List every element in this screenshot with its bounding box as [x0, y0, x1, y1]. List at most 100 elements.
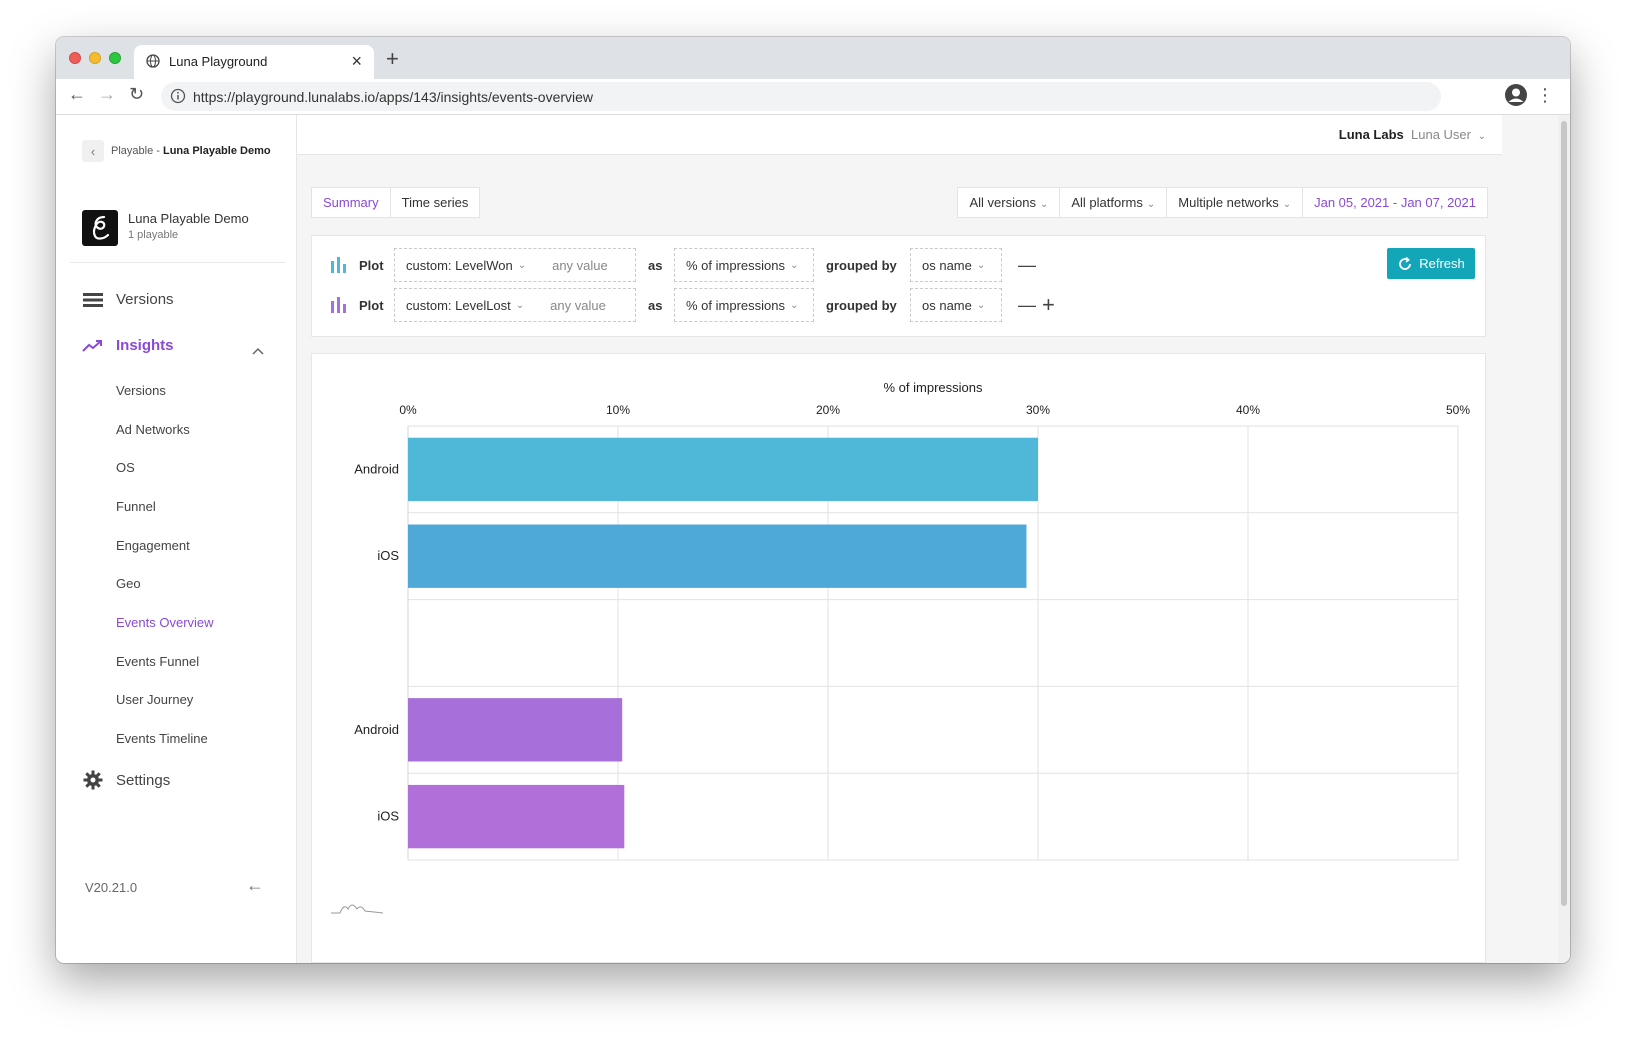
app-playable-count: 1 playable [128, 229, 179, 241]
browser-toolbar: ← → ↻ https://playground.lunalabs.io/app… [56, 79, 1570, 115]
app-name: Luna Playable Demo [128, 211, 249, 226]
chevron-down-icon: ⌄ [1146, 199, 1156, 210]
gear-icon [82, 770, 104, 790]
refresh-button[interactable]: Refresh [1387, 248, 1475, 279]
chevron-up-icon[interactable] [252, 343, 264, 358]
reload-icon[interactable]: ↻ [129, 84, 144, 105]
chevron-down-icon: ⌄ [1039, 199, 1049, 210]
plot-label: Plot [359, 257, 384, 273]
globe-icon [146, 54, 160, 73]
filter-bar: All versions ⌄ All platforms ⌄ Multiple ne… [957, 187, 1488, 218]
new-tab-button[interactable]: + [386, 46, 399, 72]
networks-filter[interactable]: Multiple networks ⌄ [1167, 188, 1304, 217]
bar-chart: % of impressions 0% 10% 20% 30% 40% 50% Android… [354, 380, 1470, 861]
address-bar[interactable]: https://playground.lunalabs.io/apps/143/… [161, 82, 1441, 111]
y-category-label: iOS [377, 548, 399, 563]
add-row-button[interactable]: + [1042, 288, 1055, 322]
back-to-playable-link[interactable]: ‹ Playable - Luna Playable Demo [82, 140, 271, 162]
sidebar-subitem-ad-networks[interactable]: Ad Networks [116, 422, 190, 437]
bar-ios [408, 784, 625, 849]
group-selector[interactable]: os name ⌄ [910, 288, 1002, 322]
sidebar-subitem-engagement[interactable]: Engagement [116, 538, 190, 553]
sidebar-subitem-events-timeline[interactable]: Events Timeline [116, 731, 208, 746]
collapse-sidebar-arrow-icon[interactable]: ← [246, 875, 264, 896]
tab-title: Luna Playground [169, 54, 268, 69]
sidebar-item-insights[interactable]: Insights [82, 337, 174, 354]
sidebar-subitem-geo[interactable]: Geo [116, 576, 141, 591]
versions-filter[interactable]: All versions ⌄ [958, 188, 1061, 217]
date-range-picker[interactable]: Jan 05, 2021 - Jan 07, 2021 [1303, 188, 1487, 217]
x-tick-label: 0% [399, 403, 417, 417]
app-logo [82, 210, 118, 246]
top-bar: Luna Labs Luna User ⌄ [297, 115, 1502, 155]
event-value: any value [550, 297, 606, 313]
sidebar-item-settings[interactable]: Settings [82, 770, 170, 790]
chevron-down-icon: ⌄ [976, 299, 986, 311]
chevron-down-icon: ⌄ [789, 299, 799, 311]
remove-row-button[interactable]: — [1018, 288, 1036, 322]
account-menu[interactable]: Luna Labs Luna User ⌄ [1339, 127, 1486, 142]
refresh-icon [1399, 256, 1412, 270]
scrollbar-thumb[interactable] [1561, 121, 1567, 906]
browser-menu-icon[interactable]: ⋮ [1536, 85, 1554, 106]
bar-chart-icon [330, 288, 348, 322]
close-tab-icon[interactable]: × [351, 51, 362, 72]
sidebar-subitem-os[interactable]: OS [116, 460, 135, 475]
list-icon [82, 292, 104, 308]
platforms-filter-label: All platforms [1071, 195, 1143, 210]
app-root: ‹ Playable - Luna Playable Demo Luna Pla… [56, 115, 1570, 963]
chevron-down-icon: ⌄ [1282, 199, 1292, 210]
scrollbar[interactable] [1558, 115, 1570, 963]
refresh-label: Refresh [1419, 256, 1465, 271]
event-value: any value [552, 257, 608, 273]
app-card: Luna Playable Demo 1 playable [82, 210, 249, 246]
tab-time-series[interactable]: Time series [391, 188, 480, 217]
luna-watermark-icon [330, 899, 384, 920]
sidebar-subitem-user-journey[interactable]: User Journey [116, 692, 193, 707]
bar-android [408, 698, 623, 762]
sidebar-subitem-events-funnel[interactable]: Events Funnel [116, 654, 199, 669]
sidebar-subitem-funnel[interactable]: Funnel [116, 499, 156, 514]
group-selector[interactable]: os name ⌄ [910, 248, 1002, 282]
org-name: Luna Labs [1338, 127, 1404, 142]
metric-selector[interactable]: % of impressions ⌄ [674, 248, 814, 282]
maximize-window-button[interactable] [109, 52, 121, 64]
x-tick-label: 30% [1026, 403, 1050, 417]
chevron-down-icon: ⌄ [976, 259, 986, 271]
tab-summary[interactable]: Summary [312, 188, 391, 217]
metric-selector[interactable]: % of impressions ⌄ [674, 288, 814, 322]
as-label: as [648, 297, 663, 313]
bar-chart-icon [330, 248, 348, 282]
profile-avatar-icon[interactable] [1504, 83, 1528, 112]
x-tick-label: 20% [816, 403, 840, 417]
close-window-button[interactable] [69, 52, 81, 64]
minimize-window-button[interactable] [89, 52, 101, 64]
forward-arrow-icon[interactable]: → [98, 84, 116, 105]
versions-filter-label: All versions [969, 195, 1036, 210]
group-name: os name [922, 297, 972, 313]
sidebar-subitem-events-overview[interactable]: Events Overview [116, 615, 214, 630]
browser-window: Luna Playground × + ← → ↻ https://playgr… [56, 37, 1570, 963]
query-row: Plot custom: LevelWon ⌄ any value as % o… [330, 248, 1430, 282]
main-content: Luna Labs Luna User ⌄ Summary Time serie… [297, 115, 1570, 963]
chevron-down-icon: ⌄ [1477, 131, 1486, 142]
y-category-label: iOS [377, 809, 399, 824]
sidebar-subitem-versions[interactable]: Versions [116, 383, 166, 398]
user-name: Luna User [1411, 127, 1471, 142]
y-category-label: Android [354, 722, 399, 737]
event-selector[interactable]: custom: LevelWon ⌄ any value [394, 248, 636, 282]
chart-card: % of impressions 0% 10% 20% 30% 40% 50% Android… [311, 353, 1486, 963]
sidebar-item-insights-label: Insights [116, 337, 174, 354]
remove-row-button[interactable]: — [1018, 248, 1036, 282]
sidebar-item-versions[interactable]: Versions [82, 291, 174, 308]
back-arrow-icon[interactable]: ← [68, 84, 86, 105]
sidebar-divider [70, 262, 285, 263]
event-selector[interactable]: custom: LevelLost ⌄ any value [394, 288, 636, 322]
platforms-filter[interactable]: All platforms ⌄ [1060, 188, 1168, 217]
browser-tab[interactable]: Luna Playground × [134, 45, 374, 79]
sidebar: ‹ Playable - Luna Playable Demo Luna Pla… [56, 115, 297, 963]
site-info-icon[interactable] [170, 88, 186, 109]
query-row: Plot custom: LevelLost ⌄ any value as % … [330, 288, 1430, 322]
chevron-down-icon: ⌄ [789, 259, 799, 271]
bar-android [408, 437, 1038, 502]
